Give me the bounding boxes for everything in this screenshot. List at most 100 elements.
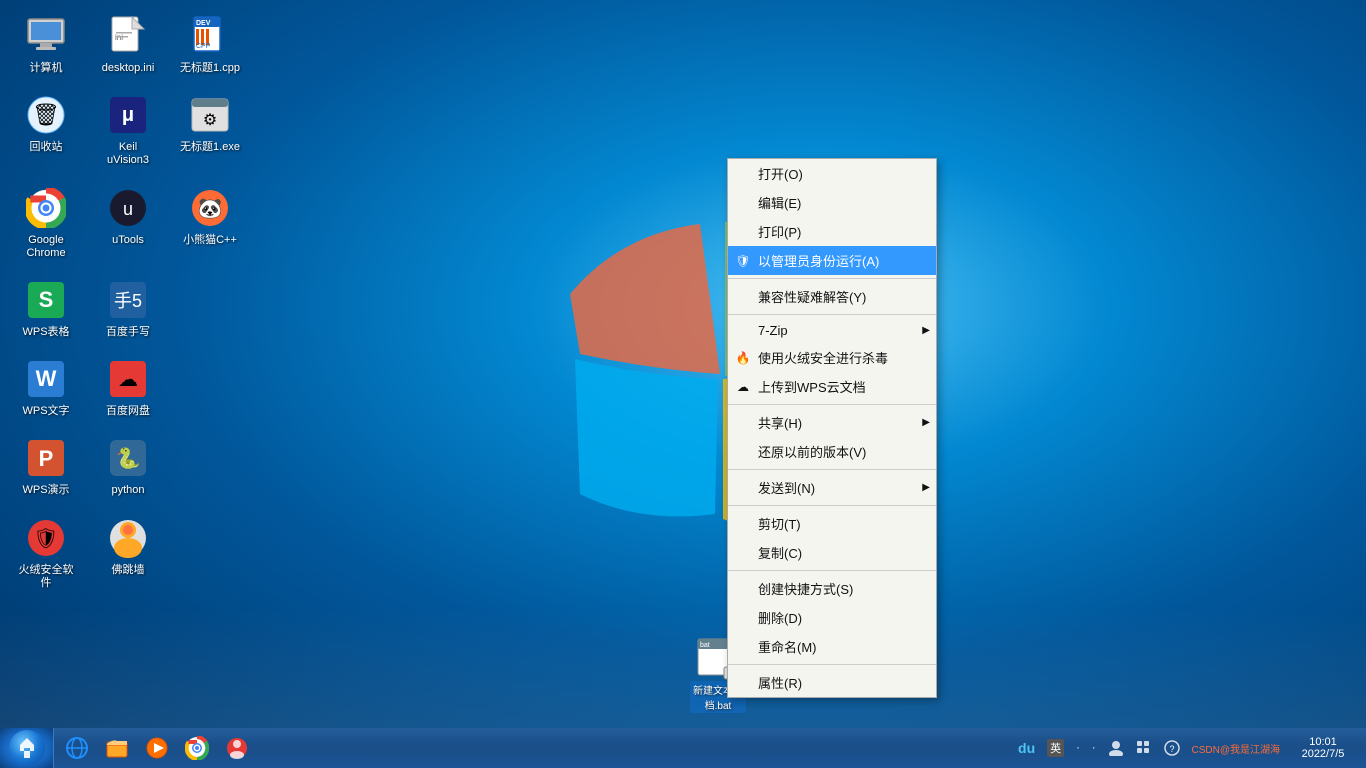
menu-item-copy[interactable]: 复制(C) [728,538,936,567]
menu-cut-label: 剪切(T) [758,514,801,533]
svg-text:🐍: 🐍 [116,446,141,470]
separator-1 [728,278,936,279]
start-button[interactable] [0,728,54,768]
menu-item-7zip[interactable]: 7-Zip ▶ [728,318,936,343]
icon-wps-table[interactable]: S WPS表格 [10,274,82,343]
svg-text:CPP: CPP [196,43,211,50]
keil-label: Keil uVision3 [107,141,149,167]
menu-item-rename[interactable]: 重命名(M) [728,632,936,661]
taskbar-explorer-icon[interactable] [98,730,136,766]
cpp-label: 无标题1.cpp [180,62,240,75]
shield-icon: 🛡 [734,252,752,270]
python-icon-img: 🐍 [106,436,150,480]
chrome-label: Google Chrome [26,234,65,260]
recycle-icon-img: 🗑 [24,93,68,137]
icon-cpp-file[interactable]: DEV CPP 无标题1.cpp [174,10,246,79]
menu-item-wps-upload[interactable]: ☁ 上传到WPS云文档 [728,372,936,401]
wps-ppt-icon-img: P [24,436,68,480]
menu-antivirus-label: 使用火绒安全进行杀毒 [758,348,888,367]
menu-item-compat[interactable]: 兼容性疑难解答(Y) [728,282,936,311]
fire-safety-icon-img: 🛡 [24,516,68,560]
desktop: 计算机 ini desktop.ini [0,0,1366,768]
menu-item-open[interactable]: 打开(O) [728,159,936,188]
svg-text:🛡: 🛡 [33,528,58,550]
icon-chrome[interactable]: Google Chrome [10,182,82,264]
taskbar-media-icon[interactable] [138,730,176,766]
submenu-arrow-share: ▶ [922,417,930,428]
menu-item-create-shortcut[interactable]: 创建快捷方式(S) [728,574,936,603]
tray-dot2: · [1088,740,1100,756]
menu-run-as-admin-label: 以管理员身份运行(A) [758,251,879,270]
menu-item-restore[interactable]: 还原以前的版本(V) [728,437,936,466]
utools-label: uTools [112,234,144,247]
menu-rename-label: 重命名(M) [758,637,817,656]
icon-utools[interactable]: u uTools [92,182,164,264]
svg-text:P: P [39,446,54,471]
computer-icon-label: 计算机 [30,62,63,75]
icon-row-5: W WPS文字 ☁ 百度网盘 [10,353,246,422]
icon-exe-file[interactable]: ⚙ 无标题1.exe [174,89,246,171]
icon-xiaoxiong[interactable]: 🐼 小熊猫C++ [174,182,246,264]
baidu-input-label: 百度手写 [106,326,150,339]
tray-csdn[interactable]: CSDN@我是江湖海 [1188,739,1285,758]
menu-item-cut[interactable]: 剪切(T) [728,509,936,538]
wps-table-label: WPS表格 [22,326,69,339]
icon-keil[interactable]: μ Keil uVision3 [92,89,164,171]
svg-text:S: S [39,287,54,312]
tray-du[interactable]: du [1014,738,1039,758]
fire-icon: 🔥 [734,349,752,367]
baidu-cloud-label: 百度网盘 [106,405,150,418]
tray-dot1: · [1072,740,1084,756]
baidu-input-icon-img: 手5 [106,278,150,322]
submenu-arrow-7zip: ▶ [922,325,930,336]
system-clock[interactable]: 10:01 2022/7/5 [1288,734,1358,762]
separator-2 [728,314,936,315]
tray-input-method[interactable]: 英 [1043,737,1068,759]
taskbar-chrome-icon[interactable] [178,730,216,766]
icon-fire-safety[interactable]: 🛡 火绒安全软 件 [10,512,82,594]
menu-item-properties[interactable]: 属性(R) [728,668,936,697]
buddha-icon-img [106,516,150,560]
icon-computer[interactable]: 计算机 [10,10,82,79]
menu-restore-label: 还原以前的版本(V) [758,442,866,461]
menu-create-shortcut-label: 创建快捷方式(S) [758,579,853,598]
taskbar-ie-icon[interactable] [58,730,96,766]
menu-7zip-label: 7-Zip [758,323,788,338]
separator-7 [728,664,936,665]
icon-wps-ppt[interactable]: P WPS演示 [10,432,82,501]
menu-item-sendto[interactable]: 发送到(N) ▶ [728,473,936,502]
tray-user-icon[interactable] [1104,738,1128,758]
menu-copy-label: 复制(C) [758,543,802,562]
desktop-waves [0,608,1366,728]
desktop-ini-label: desktop.ini [102,62,155,75]
icon-desktop-ini[interactable]: ini desktop.ini [92,10,164,79]
icon-recycle[interactable]: 🗑 回收站 [10,89,82,171]
menu-item-print[interactable]: 打印(P) [728,217,936,246]
menu-item-edit[interactable]: 编辑(E) [728,188,936,217]
wps-ppt-label: WPS演示 [22,484,69,497]
menu-sendto-label: 发送到(N) [758,478,815,497]
svg-text:?: ? [1169,744,1174,754]
menu-item-share[interactable]: 共享(H) ▶ [728,408,936,437]
exe-label: 无标题1.exe [180,141,240,154]
start-orb [9,730,45,766]
icon-python[interactable]: 🐍 python [92,432,164,501]
icon-baidu-cloud[interactable]: ☁ 百度网盘 [92,353,164,422]
icon-buddha[interactable]: 佛跳墙 [92,512,164,594]
taskbar-vpn-icon[interactable] [218,730,256,766]
buddha-label: 佛跳墙 [112,564,145,577]
xiaoxiong-icon-img: 🐼 [188,186,232,230]
baidu-cloud-icon-img: ☁ [106,357,150,401]
icon-baidu-input[interactable]: 手5 百度手写 [92,274,164,343]
menu-compat-label: 兼容性疑难解答(Y) [758,287,866,306]
input-label: 英 [1047,739,1064,757]
icon-wps-word[interactable]: W WPS文字 [10,353,82,422]
separator-6 [728,570,936,571]
svg-text:⚙: ⚙ [203,112,217,129]
menu-item-run-as-admin[interactable]: 🛡 以管理员身份运行(A) [728,246,936,275]
menu-item-antivirus[interactable]: 🔥 使用火绒安全进行杀毒 [728,343,936,372]
cloud-icon: ☁ [734,378,752,396]
tray-question-icon[interactable]: ? [1160,738,1184,758]
menu-item-delete[interactable]: 删除(D) [728,603,936,632]
tray-grid-icon[interactable] [1132,738,1156,758]
